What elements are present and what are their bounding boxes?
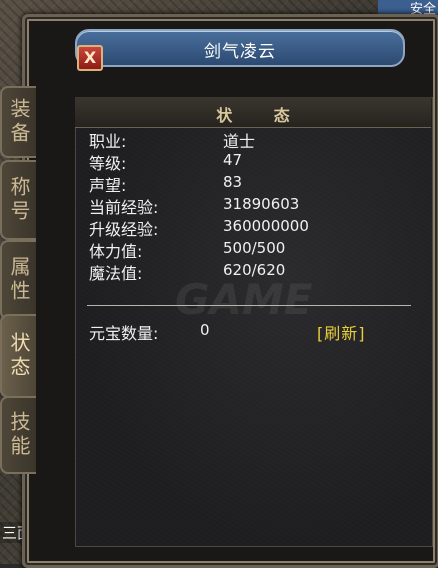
tab-status-label: 状态	[7, 332, 31, 380]
stat-label-level: 等级:	[89, 154, 127, 173]
stat-value-class: 道士	[223, 132, 256, 151]
tab-attributes[interactable]: 属性	[0, 240, 36, 320]
refresh-button[interactable]: [刷新]	[317, 320, 366, 344]
stat-value-level: 47	[223, 151, 243, 169]
tab-skills-label: 技能	[7, 411, 31, 459]
status-window: 剑气凌云 X 状 态 GAME 职业: 道士 等级: 47 声望: 83 当前经…	[22, 14, 438, 568]
tab-title-label: 称号	[7, 176, 31, 224]
window-title: 剑气凌云	[204, 42, 276, 62]
tab-status[interactable]: 状态	[0, 314, 36, 398]
stat-value-reputation: 83	[223, 173, 243, 191]
stat-value-current-exp: 31890603	[223, 195, 300, 213]
stat-label-levelup-exp: 升级经验:	[89, 220, 159, 239]
stat-value-mp: 620/620	[223, 261, 286, 279]
yuanbao-label: 元宝数量:	[89, 324, 159, 343]
stat-value-levelup-exp: 360000000	[223, 217, 309, 235]
divider	[87, 305, 411, 306]
tab-attributes-label: 属性	[7, 256, 31, 304]
status-header-text: 状 态	[216, 106, 308, 125]
close-button[interactable]: X	[77, 45, 103, 71]
status-header: 状 态	[75, 97, 431, 128]
stat-value-hp: 500/500	[223, 239, 286, 257]
stat-label-hp: 体力值:	[89, 242, 143, 261]
tab-skills[interactable]: 技能	[0, 396, 36, 474]
tab-equipment[interactable]: 装备	[0, 86, 36, 158]
stat-label-current-exp: 当前经验:	[89, 198, 159, 217]
yuanbao-value: 0	[200, 321, 210, 339]
stat-label-class: 职业:	[89, 132, 127, 151]
window-titlebar[interactable]: 剑气凌云	[75, 29, 405, 67]
stat-label-mp: 魔法值:	[89, 264, 143, 283]
tab-equipment-label: 装备	[7, 98, 31, 146]
tab-title[interactable]: 称号	[0, 160, 36, 240]
stat-label-reputation: 声望:	[89, 176, 127, 195]
